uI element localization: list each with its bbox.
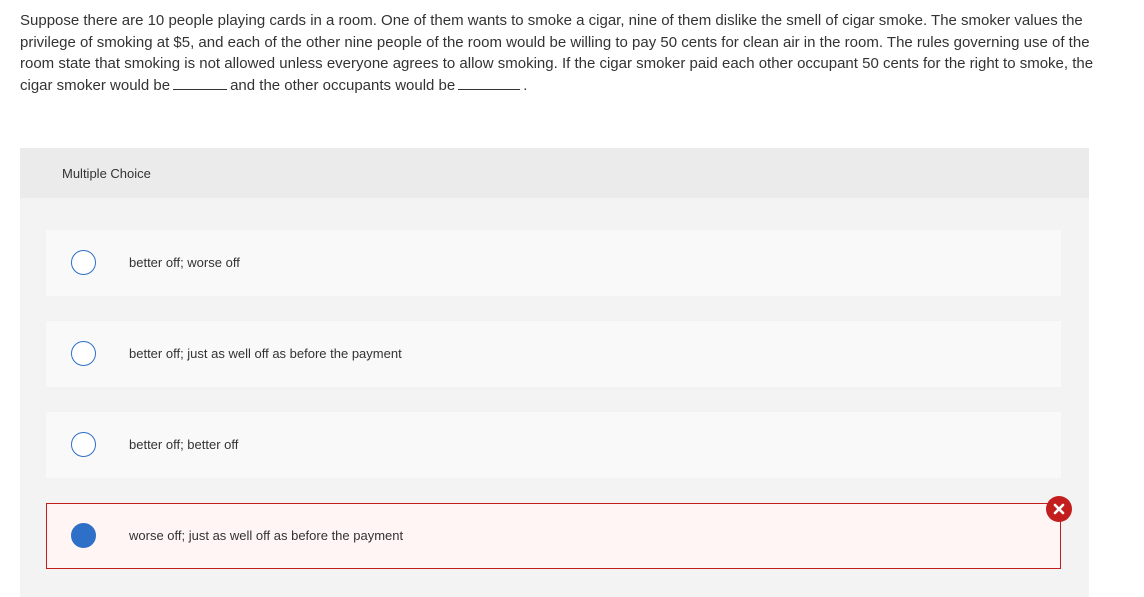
choice-label-2: better off; just as well off as before t… [129, 346, 402, 361]
multiple-choice-panel: Multiple Choice better off; worse off be… [20, 148, 1089, 597]
radio-button-4-selected[interactable] [71, 523, 96, 548]
answer-blank-1 [173, 77, 228, 90]
choice-option-2[interactable]: better off; just as well off as before t… [46, 321, 1061, 387]
choice-label-3: better off; better off [129, 437, 239, 452]
choice-label-1: better off; worse off [129, 255, 240, 270]
x-icon [1053, 503, 1065, 515]
choice-label-4: worse off; just as well off as before th… [129, 528, 404, 543]
radio-button-2[interactable] [71, 341, 96, 366]
choice-option-4-selected[interactable]: worse off; just as well off as before th… [46, 503, 1061, 569]
choice-option-1[interactable]: better off; worse off [46, 230, 1061, 296]
radio-button-1[interactable] [71, 250, 96, 275]
panel-header: Multiple Choice [20, 148, 1089, 198]
panel-header-label: Multiple Choice [62, 166, 151, 181]
radio-button-3[interactable] [71, 432, 96, 457]
choice-option-3[interactable]: better off; better off [46, 412, 1061, 478]
question-text-part2: and the other occupants would be [230, 76, 456, 94]
incorrect-x-icon [1046, 496, 1072, 522]
answer-blank-2 [458, 77, 521, 90]
question-text-part3: . [523, 76, 528, 94]
question-text: Suppose there are 10 people playing card… [20, 10, 1100, 96]
